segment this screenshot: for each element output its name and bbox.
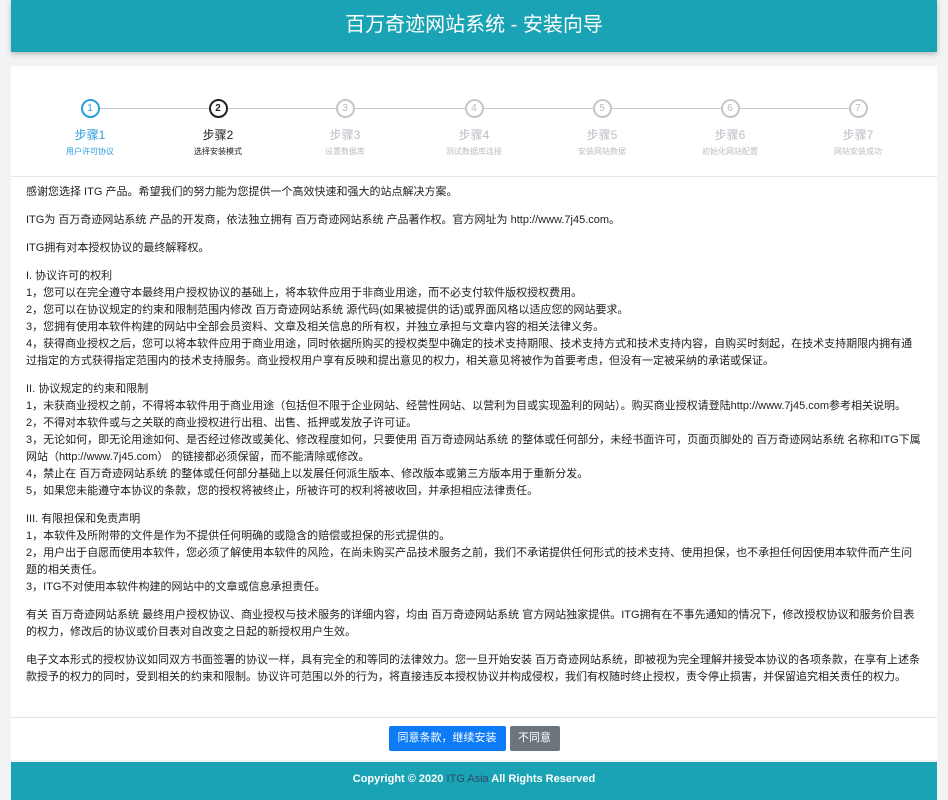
step-4: 4 步骤4 测试数据库连接 <box>414 99 534 157</box>
license-agreement-text: 感谢您选择 ITG 产品。希望我们的努力能为您提供一个高效快速和强大的站点解决方… <box>11 176 937 718</box>
step-number: 6 <box>720 99 740 118</box>
clause: 1，本软件及所附带的文件是作为不提供任何明确的或隐含的赔偿或担保的形式提供的。 <box>26 530 451 542</box>
step-number: 5 <box>592 99 612 118</box>
step-1[interactable]: 1 步骤1 用户许可协议 <box>30 99 150 157</box>
section-rights: I. 协议许可的权利 1，您可以在完全遵守本最终用户授权协议的基础上，将本软件应… <box>26 268 922 370</box>
copyright-prefix: Copyright © 2020 <box>352 773 447 785</box>
step-7: 7 步骤7 网站安装成功 <box>798 99 918 157</box>
copyright-suffix: All Rights Reserved <box>488 773 596 785</box>
action-bar: 同意条款，继续安装 不同意 <box>11 726 937 751</box>
step-number: 7 <box>848 99 868 118</box>
clause: 2，用户出于自愿而使用本软件，您必须了解使用本软件的风险，在尚未购买产品技术服务… <box>26 547 913 576</box>
step-title: 步骤3 <box>329 128 361 142</box>
step-title: 步骤6 <box>714 128 746 142</box>
step-indicator: 1 步骤1 用户许可协议 2 步骤2 选择安装模式 3 步骤3 设置数据库 4 … <box>11 66 937 177</box>
step-5: 5 步骤5 安装网站数据 <box>542 99 662 157</box>
step-title: 步骤1 <box>74 128 106 142</box>
step-description: 测试数据库连接 <box>446 147 502 156</box>
page-footer: Copyright © 2020 ITG Asia All Rights Res… <box>11 762 937 800</box>
legal-effect-paragraph: 电子文本形式的授权协议如同双方书面签署的协议一样，具有完全的和等同的法律效力。您… <box>26 654 921 683</box>
installer-card: 1 步骤1 用户许可协议 2 步骤2 选择安装模式 3 步骤3 设置数据库 4 … <box>11 66 937 760</box>
brand-link[interactable]: ITG Asia <box>446 773 488 785</box>
step-number: 3 <box>335 99 355 118</box>
step-description: 用户许可协议 <box>66 147 114 156</box>
intro-paragraph: 感谢您选择 ITG 产品。希望我们的努力能为您提供一个高效快速和强大的站点解决方… <box>26 186 458 198</box>
disagree-button[interactable]: 不同意 <box>509 726 560 751</box>
clause: 1，未获商业授权之前，不得将本软件用于商业用途（包括但不限于企业网站、经营性网站… <box>26 400 907 412</box>
page-header: 百万奇迹网站系统 - 安装向导 <box>11 0 937 52</box>
step-number: 4 <box>464 99 484 118</box>
page-title: 百万奇迹网站系统 - 安装向导 <box>345 14 603 36</box>
interpretation-paragraph: ITG拥有对本授权协议的最终解释权。 <box>26 242 210 254</box>
clause: 5，如果您未能遵守本协议的条款，您的授权将被终止，所被许可的权利将被收回，并承担… <box>26 485 539 497</box>
clause: 3，ITG不对使用本软件构建的网站中的文章或信息承担责任。 <box>26 581 326 593</box>
step-title: 步骤4 <box>458 128 490 142</box>
step-description: 设置数据库 <box>325 147 365 156</box>
step-description: 安装网站数据 <box>578 147 626 156</box>
step-title: 步骤7 <box>842 128 874 142</box>
step-title: 步骤2 <box>202 128 234 142</box>
step-title: 步骤5 <box>586 128 618 142</box>
clause: 2，您可以在协议规定的约束和限制范围内修改 百万奇迹网站系统 源代码(如果被提供… <box>26 304 629 316</box>
step-number: 2 <box>208 99 228 118</box>
service-paragraph: 有关 百万奇迹网站系统 最终用户授权协议、商业授权与技术服务的详细内容，均由 百… <box>26 609 915 638</box>
clause: 1，您可以在完全遵守本最终用户授权协议的基础上，将本软件应用于非商业用途，而不必… <box>26 287 583 299</box>
clause: 2，不得对本软件或与之关联的商业授权进行出租、出售、抵押或发放子许可证。 <box>26 417 418 429</box>
clause: 4，获得商业授权之后，您可以将本软件应用于商业用途，同时依据所购买的授权类型中确… <box>26 338 913 367</box>
step-description: 选择安装模式 <box>194 147 242 156</box>
step-2[interactable]: 2 步骤2 选择安装模式 <box>158 99 278 157</box>
clause: 3，您拥有使用本软件构建的网站中全部会员资料、文章及相关信息的所有权，并独立承担… <box>26 321 605 333</box>
section-heading: III. 有限担保和免责声明 <box>26 513 141 525</box>
clause: 3，无论如何，即无论用途如何、是否经过修改或美化、修改程度如何，只要使用 百万奇… <box>26 434 921 463</box>
step-description: 初始化网站配置 <box>702 147 758 156</box>
developer-paragraph: ITG为 百万奇迹网站系统 产品的开发商，依法独立拥有 百万奇迹网站系统 产品著… <box>26 214 621 226</box>
section-heading: II. 协议规定的约束和限制 <box>26 383 149 395</box>
step-3: 3 步骤3 设置数据库 <box>285 99 405 157</box>
step-description: 网站安装成功 <box>834 147 882 156</box>
section-restrictions: II. 协议规定的约束和限制 1，未获商业授权之前，不得将本软件用于商业用途（包… <box>26 381 922 500</box>
clause: 4，禁止在 百万奇迹网站系统 的整体或任何部分基础上以发展任何派生版本、修改版本… <box>26 468 589 480</box>
step-6: 6 步骤6 初始化网站配置 <box>670 99 790 157</box>
agree-continue-button[interactable]: 同意条款，继续安装 <box>388 726 506 751</box>
step-number: 1 <box>80 99 100 118</box>
section-heading: I. 协议许可的权利 <box>26 270 113 282</box>
section-disclaimer: III. 有限担保和免责声明 1，本软件及所附带的文件是作为不提供任何明确的或隐… <box>26 511 922 596</box>
